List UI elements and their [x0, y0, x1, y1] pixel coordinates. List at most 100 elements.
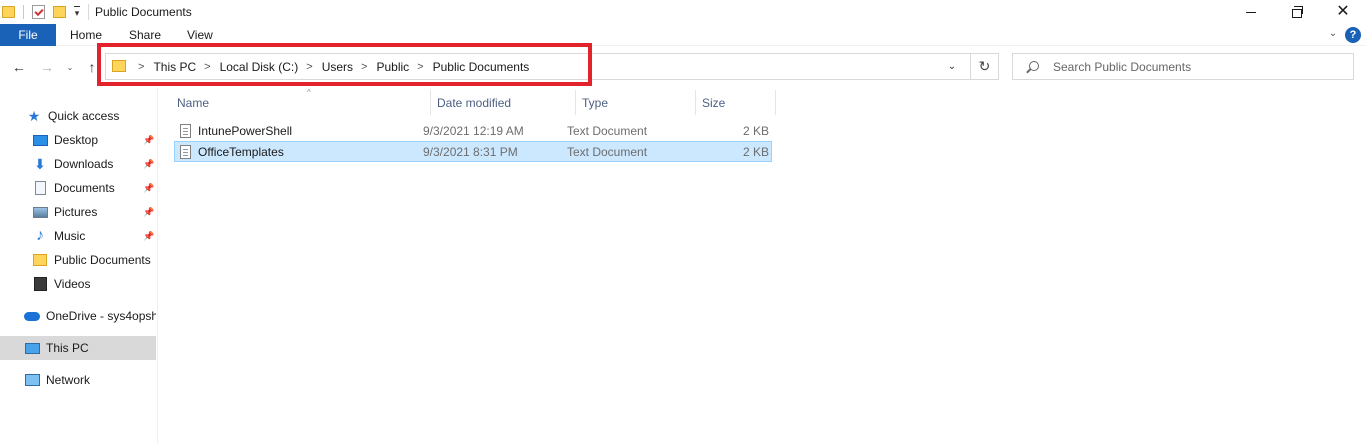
file-row-intunepowershell[interactable]: IntunePowerShell 9/3/2021 12:19 AM Text … — [174, 120, 772, 141]
file-type: Text Document — [567, 123, 648, 138]
pin-icon: 📌 — [143, 230, 155, 241]
sidebar-item-label: OneDrive - sys4opshu — [46, 309, 156, 323]
sidebar-item-network[interactable]: Network — [0, 368, 156, 392]
sidebar-item-documents[interactable]: Documents 📌 — [0, 176, 156, 200]
up-button[interactable]: ↑ — [84, 57, 100, 77]
sidebar-item-downloads[interactable]: ⬇ Downloads 📌 — [0, 152, 156, 176]
expand-ribbon-icon[interactable]: ⌄ — [1326, 27, 1340, 41]
text-file-icon — [180, 124, 191, 138]
navigation-pane: ★ Quick access Desktop 📌 ⬇ Downloads 📌 D… — [0, 88, 158, 443]
column-header-date-modified[interactable]: Date modified — [431, 90, 576, 115]
desktop-icon — [32, 132, 48, 148]
file-type: Text Document — [567, 144, 648, 159]
sidebar-item-label: Quick access — [48, 109, 120, 123]
sidebar-item-label: Documents — [54, 181, 115, 195]
quick-access-toolbar: ▾ Public Documents — [0, 3, 192, 21]
address-dropdown-button[interactable]: ⌄ — [943, 53, 961, 80]
restore-icon — [1292, 5, 1303, 18]
sidebar-item-label: Videos — [54, 277, 91, 291]
text-file-icon — [180, 145, 191, 159]
file-name: IntunePowerShell — [198, 123, 293, 138]
help-icon[interactable]: ? — [1345, 27, 1361, 43]
back-button[interactable]: ← — [10, 57, 28, 77]
sidebar-item-this-pc[interactable]: This PC — [0, 336, 156, 360]
column-header-type[interactable]: Type — [576, 90, 696, 115]
sidebar-item-public-documents[interactable]: Public Documents — [0, 248, 156, 272]
sidebar-item-desktop[interactable]: Desktop 📌 — [0, 128, 156, 152]
pin-icon: 📌 — [143, 206, 155, 217]
toolbar-divider — [23, 5, 24, 19]
sidebar-item-label: This PC — [46, 341, 89, 355]
breadcrumb-separator[interactable]: > — [417, 61, 423, 73]
minimize-icon — [1246, 11, 1256, 13]
tab-file[interactable]: File — [0, 24, 56, 46]
sidebar-item-music[interactable]: ♪ Music 📌 — [0, 224, 156, 248]
breadcrumb-local-disk[interactable]: Local Disk (C:) — [220, 60, 299, 74]
file-name: OfficeTemplates — [198, 144, 284, 159]
tab-view[interactable]: View — [187, 24, 213, 46]
column-header-label: Type — [582, 95, 609, 110]
folder-icon — [32, 252, 48, 268]
file-list: Name ^ Date modified Type Size IntunePow… — [159, 88, 1366, 443]
window-title: Public Documents — [95, 5, 192, 19]
sidebar-item-label: Pictures — [54, 205, 98, 219]
sort-ascending-icon: ^ — [307, 88, 311, 97]
column-header-label: Size — [702, 95, 726, 110]
properties-icon[interactable] — [32, 5, 45, 19]
sidebar-item-label: Network — [46, 373, 91, 387]
search-input[interactable] — [1053, 58, 1343, 76]
file-date-modified: 9/3/2021 8:31 PM — [423, 144, 518, 159]
breadcrumb-separator[interactable]: > — [138, 61, 144, 73]
file-date-modified: 9/3/2021 12:19 AM — [423, 123, 524, 138]
tab-share[interactable]: Share — [129, 24, 161, 46]
sidebar-item-label: Downloads — [54, 157, 114, 171]
music-icon: ♪ — [36, 227, 44, 244]
pin-icon: 📌 — [143, 182, 155, 193]
column-header-label: Date modified — [437, 95, 512, 110]
videos-icon — [32, 276, 48, 292]
sidebar-item-videos[interactable]: Videos — [0, 272, 156, 296]
forward-button[interactable]: → — [38, 57, 56, 77]
sidebar-item-label: Public Documents — [54, 253, 151, 267]
search-box[interactable] — [1012, 53, 1354, 80]
pictures-icon — [32, 204, 48, 220]
new-folder-icon[interactable] — [53, 6, 66, 18]
breadcrumb-public-documents[interactable]: Public Documents — [433, 60, 530, 74]
onedrive-icon — [24, 308, 40, 324]
minimize-button[interactable] — [1228, 0, 1274, 24]
folder-icon — [2, 6, 15, 18]
recent-locations-button[interactable]: ⌄ — [64, 57, 76, 77]
this-pc-icon — [24, 340, 40, 356]
title-divider — [88, 4, 89, 20]
customize-toolbar-icon[interactable]: ▾ — [72, 6, 82, 19]
address-bar[interactable]: > This PC > Local Disk (C:) > Users > Pu… — [105, 53, 971, 80]
breadcrumb-separator[interactable]: > — [306, 61, 312, 73]
breadcrumb-separator[interactable]: > — [361, 61, 367, 73]
ribbon: File Home Share View ⌄ ? — [0, 24, 1366, 46]
network-icon — [24, 372, 40, 388]
restore-button[interactable] — [1274, 0, 1320, 24]
file-size: 2 KB — [742, 123, 769, 138]
breadcrumb-users[interactable]: Users — [322, 60, 353, 74]
star-icon: ★ — [27, 108, 41, 124]
column-header-name[interactable]: Name ^ — [171, 88, 431, 115]
breadcrumb: > This PC > Local Disk (C:) > Users > Pu… — [130, 54, 529, 79]
refresh-button[interactable]: ↻ — [971, 53, 999, 80]
file-row-officetemplates[interactable]: OfficeTemplates 9/3/2021 8:31 PM Text Do… — [174, 141, 772, 162]
tab-home[interactable]: Home — [70, 24, 102, 46]
navigation-bar: ← → ⌄ ↑ > This PC > Local Disk (C:) > Us… — [0, 46, 1366, 88]
pin-icon: 📌 — [143, 158, 155, 169]
downloads-icon: ⬇ — [34, 156, 46, 172]
pin-icon: 📌 — [143, 134, 155, 145]
close-button[interactable]: ✕ — [1320, 0, 1366, 24]
breadcrumb-separator[interactable]: > — [204, 61, 210, 73]
title-bar: ▾ Public Documents ✕ — [0, 0, 1366, 24]
breadcrumb-public[interactable]: Public — [376, 60, 409, 74]
documents-icon — [32, 180, 48, 196]
sidebar-item-quick-access[interactable]: ★ Quick access — [0, 104, 156, 128]
breadcrumb-this-pc[interactable]: This PC — [153, 60, 196, 74]
column-header-size[interactable]: Size — [696, 90, 776, 115]
sidebar-item-onedrive[interactable]: OneDrive - sys4opshu — [0, 304, 156, 328]
file-size: 2 KB — [742, 144, 769, 159]
sidebar-item-pictures[interactable]: Pictures 📌 — [0, 200, 156, 224]
